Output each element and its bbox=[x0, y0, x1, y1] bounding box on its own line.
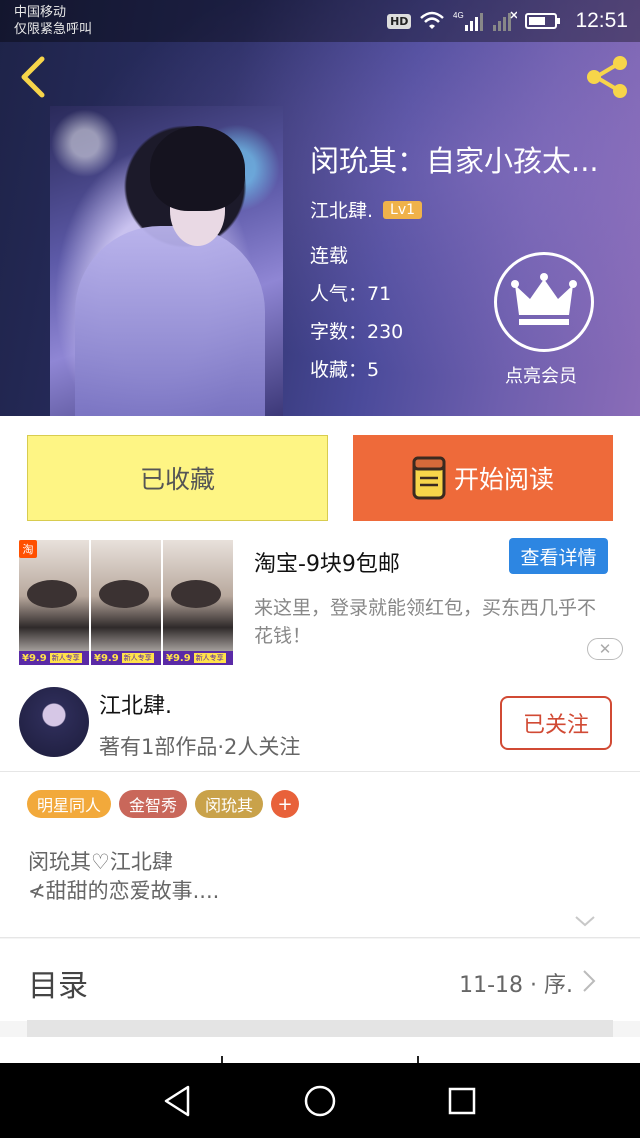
ad-price-tag: 新人专享 bbox=[193, 653, 226, 663]
wifi-icon bbox=[420, 11, 445, 29]
book-intro[interactable]: 闵玧其♡江北肆 ≮甜甜的恋爱故事.... bbox=[28, 848, 219, 906]
section-divider bbox=[27, 1020, 613, 1037]
signal-no-service-icon bbox=[493, 11, 518, 31]
divider-tick bbox=[417, 1056, 419, 1063]
carrier-info: 中国移动 仅限紧急呼叫 bbox=[14, 4, 92, 38]
popularity-stat: 人气：71 bbox=[310, 283, 392, 305]
ad-price-tag: 新人专享 bbox=[121, 653, 154, 663]
signal-4g-icon: 4G bbox=[453, 11, 484, 31]
share-button[interactable] bbox=[582, 52, 632, 102]
tag-chip[interactable]: 闵玧其 bbox=[195, 790, 264, 818]
level-badge: Lv1 bbox=[383, 200, 423, 219]
ad-price-tag: 新人专享 bbox=[49, 653, 82, 663]
ad-price: ¥9.9 bbox=[166, 652, 191, 664]
book-author-row[interactable]: 江北肆. Lv1 bbox=[310, 196, 423, 223]
price-strip: ¥9.9 新人专享 bbox=[19, 651, 89, 665]
favorites-stat: 收藏：5 bbox=[310, 359, 380, 381]
tags-and-intro: 明星同人 金智秀 闵玧其 + 闵玧其♡江北肆 ≮甜甜的恋爱故事.... bbox=[0, 772, 640, 938]
cover-figure-body bbox=[75, 226, 265, 416]
tag-chip[interactable]: 明星同人 bbox=[27, 790, 112, 818]
ad-title[interactable]: 淘宝-9块9包邮 bbox=[254, 546, 400, 578]
next-section-peek bbox=[0, 1037, 640, 1063]
vip-label: 点亮会员 bbox=[505, 366, 577, 387]
catalog-row[interactable]: 目录 11-18 · 序. bbox=[0, 939, 640, 1021]
author-name[interactable]: 江北肆. bbox=[99, 688, 172, 720]
share-icon bbox=[587, 56, 627, 98]
ad-description: 来这里，登录就能领红包，买东西几乎不花钱！ bbox=[254, 597, 597, 647]
add-tag-button[interactable]: + bbox=[271, 790, 300, 818]
emergency-label: 仅限紧急呼叫 bbox=[14, 22, 93, 37]
back-arrow-icon bbox=[21, 56, 45, 98]
nav-home-icon bbox=[304, 1085, 336, 1117]
system-nav-bar bbox=[0, 1063, 640, 1138]
svg-text:4G: 4G bbox=[453, 11, 464, 20]
ad-product-image: ¥9.9 新人专享 bbox=[163, 540, 233, 665]
divider-tick bbox=[221, 1056, 223, 1063]
start-reading-button[interactable]: 开始阅读 bbox=[353, 435, 613, 521]
price-strip: ¥9.9 新人专享 bbox=[91, 651, 161, 665]
word-count-stat: 字数：230 bbox=[310, 321, 404, 343]
book-title: 闵玧其：自家小孩太... bbox=[310, 144, 599, 178]
intro-line: ≮甜甜的恋爱故事.... bbox=[28, 879, 220, 903]
expand-intro-button[interactable] bbox=[574, 912, 596, 931]
tag-chip[interactable]: 金智秀 bbox=[119, 790, 188, 818]
ad-banner[interactable]: 淘 ¥9.9 新人专享 ¥9.9 新人专享 ¥9.9 新人专享 淘宝-9块9包邮… bbox=[0, 530, 640, 670]
ad-price: ¥9.9 bbox=[22, 652, 47, 664]
vip-button[interactable]: 点亮会员 bbox=[494, 252, 594, 388]
follow-button[interactable]: 已关注 bbox=[500, 696, 612, 750]
book-icon bbox=[412, 456, 446, 500]
author-stats: 著有1部作品·2人关注 bbox=[99, 735, 301, 759]
ad-images[interactable]: 淘 ¥9.9 新人专享 ¥9.9 新人专享 ¥9.9 新人专享 bbox=[19, 540, 233, 665]
status-bar: 中国移动 仅限紧急呼叫 HD 4G 12:51 bbox=[0, 0, 640, 42]
catalog-title: 目录 bbox=[28, 969, 88, 1004]
avatar[interactable] bbox=[19, 687, 89, 757]
nav-recents-icon bbox=[448, 1087, 476, 1115]
ad-close-button[interactable]: ✕ bbox=[587, 638, 623, 660]
tag-list: 明星同人 金智秀 闵玧其 + bbox=[27, 790, 300, 818]
author-card[interactable]: 江北肆. 著有1部作品·2人关注 已关注 bbox=[0, 670, 640, 772]
crown-icon bbox=[511, 273, 577, 325]
nav-recents-button[interactable] bbox=[442, 1081, 482, 1121]
ad-detail-button[interactable]: 查看详情 bbox=[509, 538, 608, 574]
serial-status: 连载 bbox=[310, 245, 349, 267]
status-icons: HD 4G 12:51 bbox=[387, 8, 628, 34]
favorited-button[interactable]: 已收藏 bbox=[27, 435, 328, 521]
book-stats: 连载 人气：71 字数：230 收藏：5 bbox=[310, 242, 403, 394]
intro-line: 闵玧其♡江北肆 bbox=[28, 850, 173, 874]
carrier-name: 中国移动 bbox=[14, 5, 67, 20]
back-button[interactable] bbox=[14, 55, 54, 99]
nav-home-button[interactable] bbox=[300, 1081, 340, 1121]
taobao-logo-icon: 淘 bbox=[19, 540, 37, 558]
cover-figure-hair bbox=[150, 126, 245, 211]
action-bar: 已收藏 开始阅读 bbox=[0, 416, 640, 530]
ad-product-image: ¥9.9 新人专享 bbox=[91, 540, 161, 665]
chevron-down-icon bbox=[575, 916, 595, 927]
price-strip: ¥9.9 新人专享 bbox=[163, 651, 233, 665]
start-reading-label: 开始阅读 bbox=[453, 465, 554, 494]
vip-badge bbox=[494, 252, 594, 352]
book-header: 中国移动 仅限紧急呼叫 HD 4G 12:51 闵玧其：自家小孩太... 江北肆… bbox=[0, 0, 640, 416]
nav-back-icon bbox=[164, 1085, 190, 1117]
chevron-right-icon bbox=[583, 970, 596, 992]
ad-price: ¥9.9 bbox=[94, 652, 119, 664]
book-cover-image[interactable] bbox=[50, 106, 283, 416]
ad-product-image: 淘 ¥9.9 新人专享 bbox=[19, 540, 89, 665]
battery-icon bbox=[525, 13, 561, 29]
clock: 12:51 bbox=[575, 9, 628, 32]
hd-icon: HD bbox=[387, 13, 412, 29]
nav-back-button[interactable] bbox=[158, 1081, 198, 1121]
book-author-name[interactable]: 江北肆. bbox=[310, 196, 373, 223]
latest-chapter: 11-18 · 序. bbox=[459, 973, 573, 998]
